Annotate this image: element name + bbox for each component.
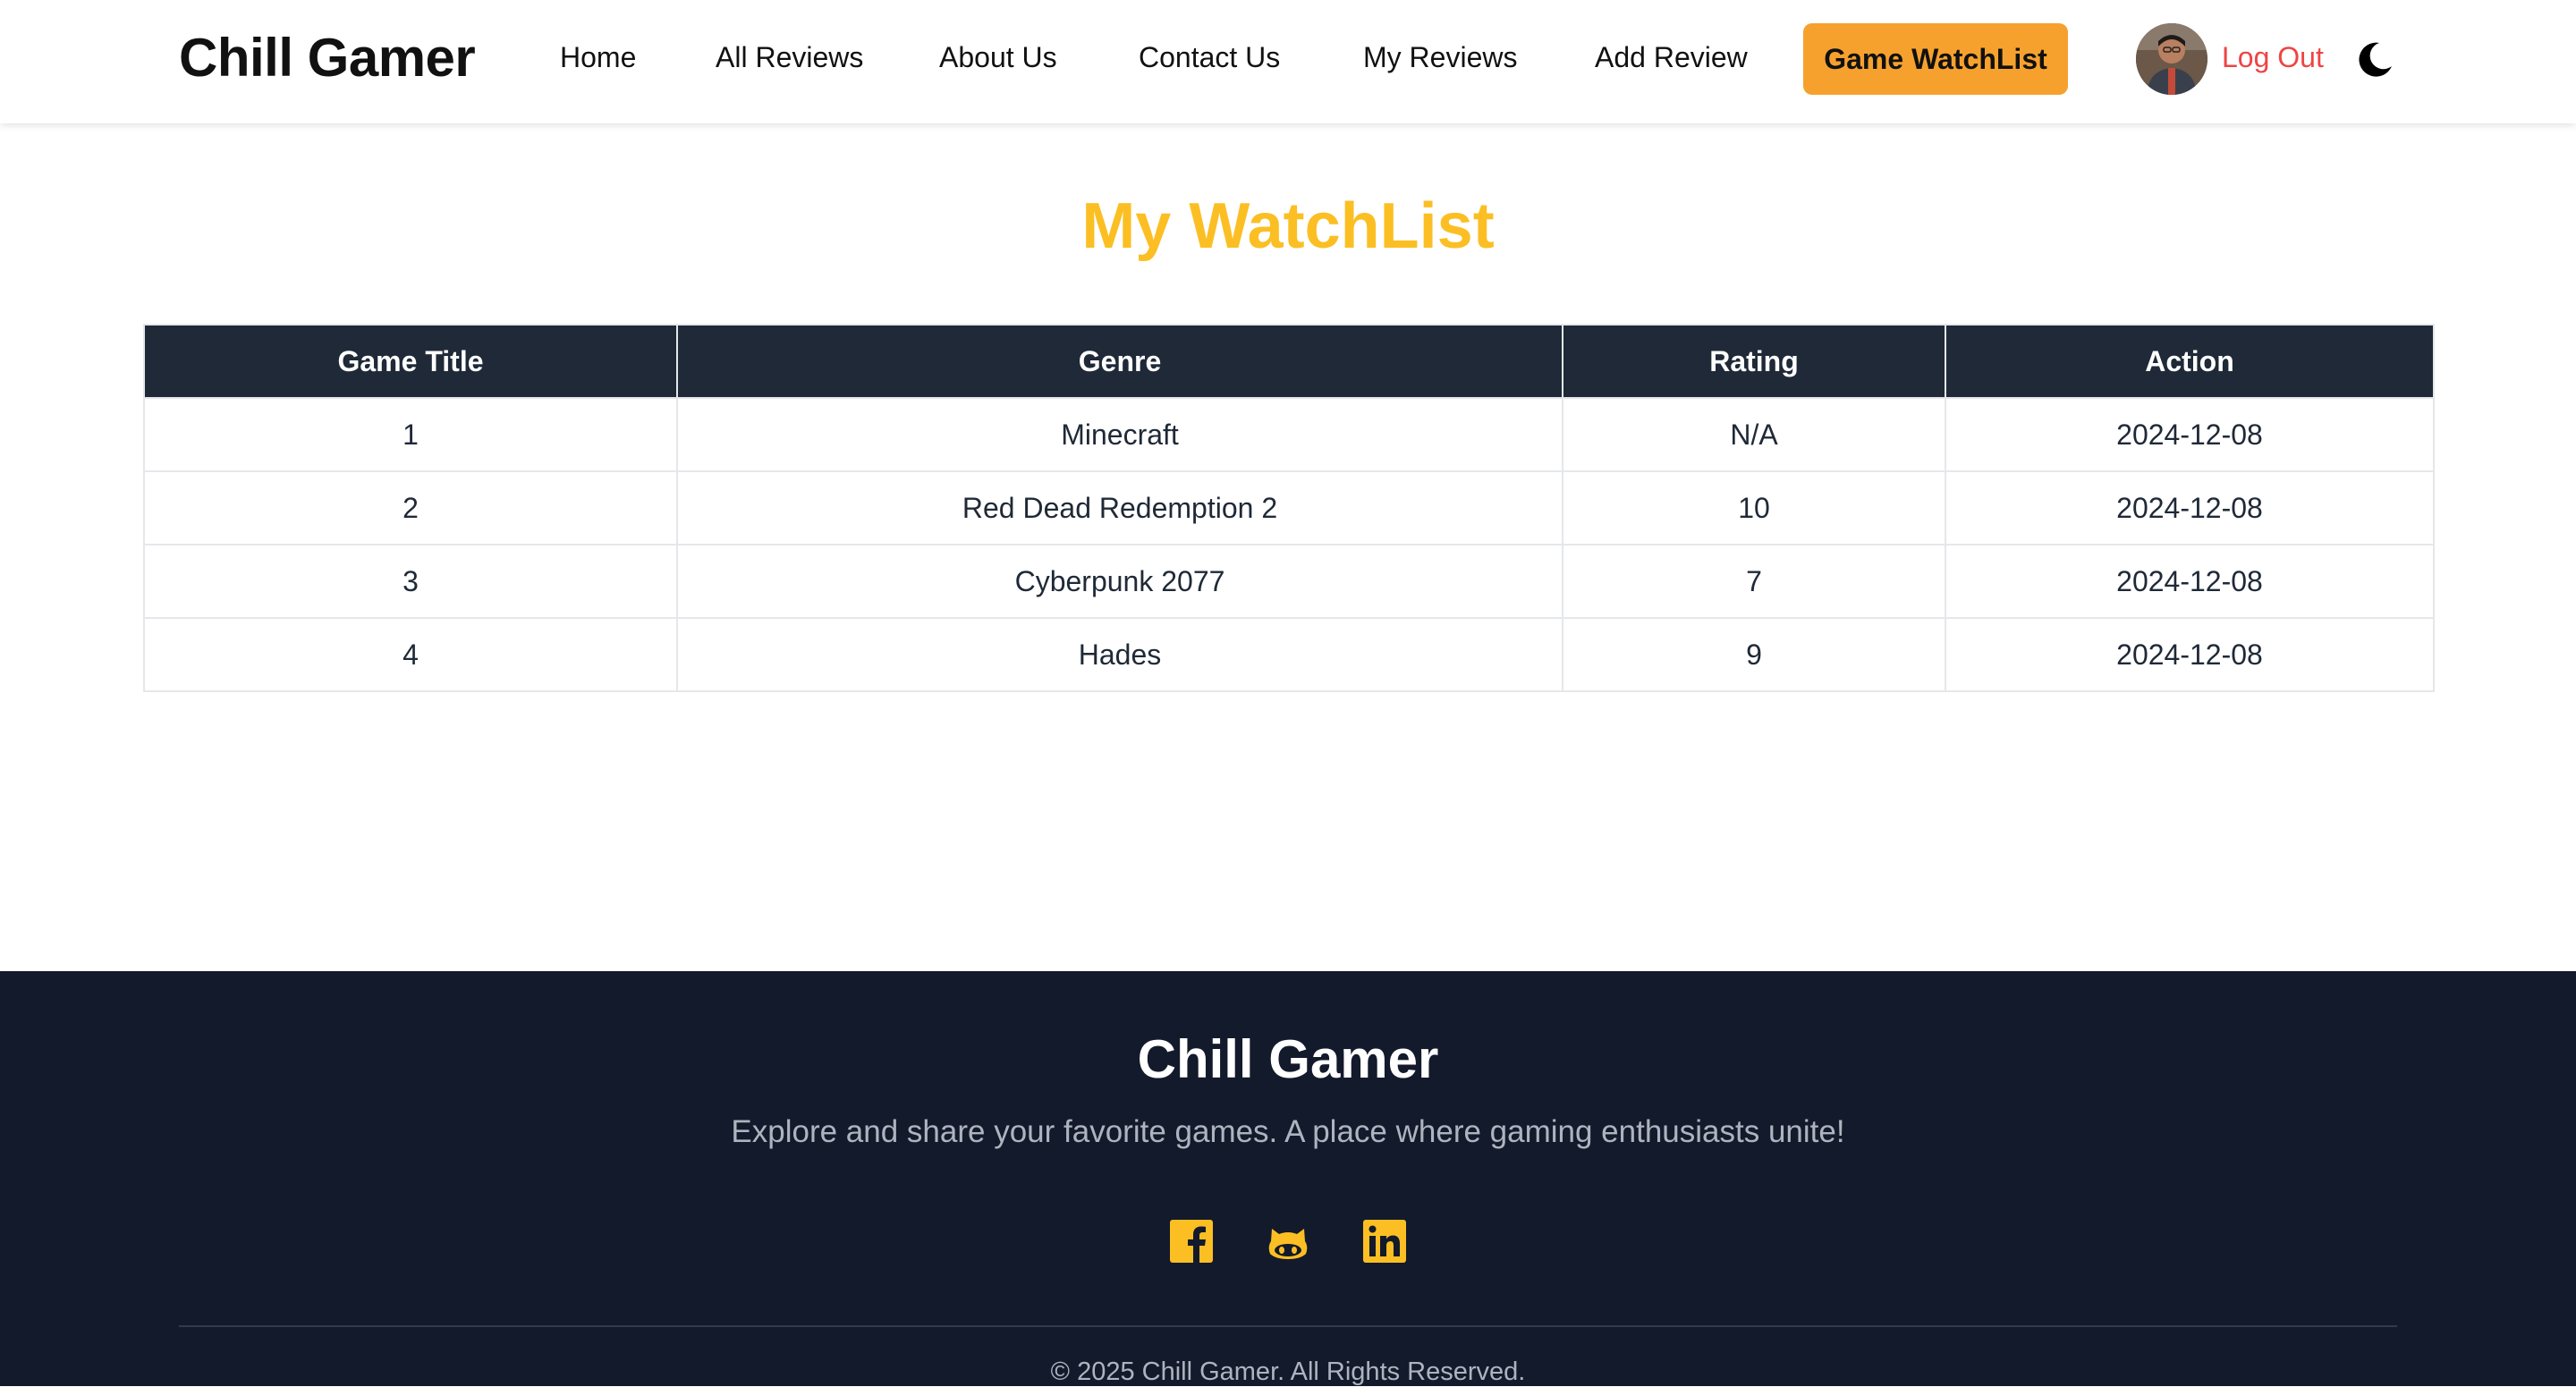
cell-game-title: 3 — [143, 544, 678, 619]
copyright-text: © 2025 Chill Gamer. All Rights Reserved. — [1050, 1357, 1526, 1386]
cell-rating: 7 — [1562, 544, 1946, 619]
cell-rating: 10 — [1562, 470, 1946, 545]
logout-link[interactable]: Log Out — [2222, 41, 2324, 74]
footer: Chill Gamer Explore and share your favor… — [0, 971, 2576, 1386]
nav-link-about-us[interactable]: About Us — [939, 41, 1057, 74]
table-row: 1 Minecraft N/A 2024-12-08 — [143, 397, 2435, 472]
cell-genre: Red Dead Redemption 2 — [676, 470, 1563, 545]
table-header-row: Game Title Genre Rating Action — [143, 324, 2435, 399]
cell-action: 2024-12-08 — [1945, 397, 2435, 472]
column-header-game-title: Game Title — [143, 324, 678, 399]
cell-action: 2024-12-08 — [1945, 470, 2435, 545]
github-link[interactable] — [1265, 1218, 1311, 1264]
facebook-icon — [1170, 1220, 1213, 1263]
navbar: Chill Gamer Home All Reviews About Us Co… — [0, 0, 2576, 123]
footer-tagline: Explore and share your favorite games. A… — [731, 1114, 1845, 1149]
nav-link-contact-us[interactable]: Contact Us — [1139, 41, 1280, 74]
theme-toggle[interactable] — [2354, 39, 2395, 80]
nav-link-all-reviews[interactable]: All Reviews — [716, 41, 863, 74]
linkedin-icon — [1363, 1220, 1406, 1263]
avatar-icon — [2136, 23, 2207, 95]
facebook-link[interactable] — [1168, 1218, 1215, 1264]
column-header-genre: Genre — [676, 324, 1563, 399]
cell-action: 2024-12-08 — [1945, 617, 2435, 692]
game-watchlist-button[interactable]: Game WatchList — [1803, 23, 2068, 95]
table-row: 4 Hades 9 2024-12-08 — [143, 617, 2435, 692]
cell-genre: Hades — [676, 617, 1563, 692]
table-row: 2 Red Dead Redemption 2 10 2024-12-08 — [143, 470, 2435, 545]
footer-brand: Chill Gamer — [1137, 1029, 1439, 1089]
cell-action: 2024-12-08 — [1945, 544, 2435, 619]
linkedin-link[interactable] — [1361, 1218, 1408, 1264]
github-icon — [1268, 1229, 1308, 1259]
nav-link-home[interactable]: Home — [560, 41, 636, 74]
nav-link-add-review[interactable]: Add Review — [1595, 41, 1748, 74]
cell-game-title: 4 — [143, 617, 678, 692]
nav-link-my-reviews[interactable]: My Reviews — [1363, 41, 1517, 74]
cell-game-title: 1 — [143, 397, 678, 472]
cell-rating: 9 — [1562, 617, 1946, 692]
cell-genre: Minecraft — [676, 397, 1563, 472]
user-avatar[interactable] — [2136, 23, 2207, 95]
page-title: My WatchList — [1081, 190, 1495, 262]
footer-divider — [179, 1325, 2397, 1327]
column-header-rating: Rating — [1562, 324, 1946, 399]
cell-genre: Cyberpunk 2077 — [676, 544, 1563, 619]
table-row: 3 Cyberpunk 2077 7 2024-12-08 — [143, 544, 2435, 619]
watchlist-table: Game Title Genre Rating Action 1 Minecra… — [143, 324, 2435, 692]
moon-icon — [2359, 42, 2392, 77]
brand-logo[interactable]: Chill Gamer — [179, 27, 476, 89]
cell-rating: N/A — [1562, 397, 1946, 472]
column-header-action: Action — [1945, 324, 2435, 399]
cell-game-title: 2 — [143, 470, 678, 545]
